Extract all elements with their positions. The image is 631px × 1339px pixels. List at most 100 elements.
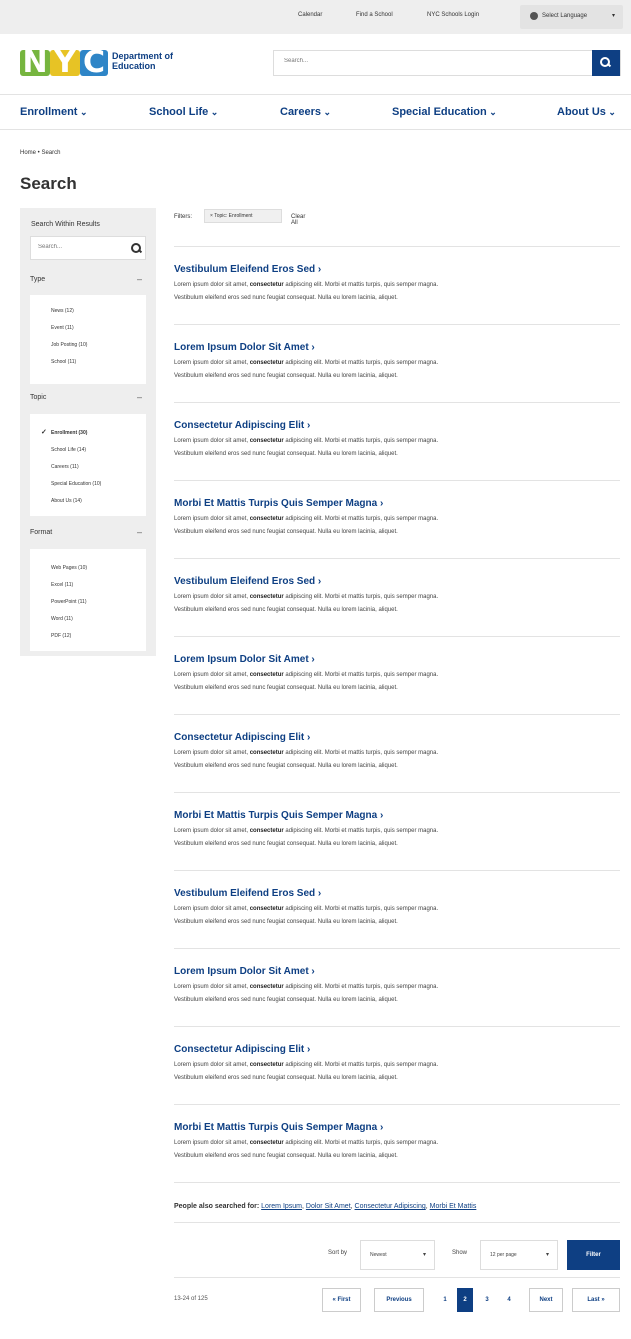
facet-title-topic[interactable]: Topic [30, 394, 46, 401]
snippet-highlight: consectetur [249, 1062, 284, 1068]
facet-option[interactable]: Event (11) [30, 322, 146, 334]
result-item: Lorem Ipsum Dolor Sit Amet › Lorem ipsum … [174, 636, 620, 713]
filter-chip-enrollment[interactable]: × Topic: Enrollment [204, 209, 282, 223]
result-title-link[interactable]: Lorem Ipsum Dolor Sit Amet › [174, 654, 315, 665]
last-page-button[interactable]: Last » [572, 1288, 620, 1312]
facet-option[interactable]: Special Education (10) [30, 478, 146, 490]
nav-item-school-life[interactable]: School Life ⌄ [149, 106, 218, 118]
facet-option-label: Enrollment (30) [51, 430, 88, 436]
result-title-link[interactable]: Consectetur Adipiscing Elit › [174, 1044, 310, 1055]
collapse-topic-icon[interactable]: – [137, 392, 142, 402]
facet-option[interactable]: Careers (11) [30, 461, 146, 473]
facet-option[interactable]: Excel (11) [30, 579, 146, 591]
filter-button[interactable]: Filter [567, 1240, 620, 1270]
sort-controls: Sort by Newest ▾ Show 12 per page ▾ Filt… [174, 1240, 620, 1270]
snippet-text: adipiscing elit. Morbi et mattis turpis,… [283, 360, 439, 366]
calendar-link[interactable]: Calendar [298, 12, 322, 18]
facet-option-label: Event (11) [51, 325, 74, 331]
snippet-text: Lorem ipsum dolor sit amet, [174, 672, 250, 678]
facet-option-label: School Life (14) [51, 447, 87, 453]
facet-option[interactable]: About Us (14) [30, 495, 146, 507]
page-link[interactable]: 1 [438, 1288, 452, 1312]
next-page-button[interactable]: Next [529, 1288, 563, 1312]
also-searched-link[interactable]: Consectetur Adipiscing [355, 1203, 426, 1210]
site-search-button[interactable] [592, 50, 620, 76]
result-item: Vestibulum Eleifend Eros Sed › Lorem ipsu… [174, 246, 620, 323]
result-item: Vestibulum Eleifend Eros Sed › Lorem ipsu… [174, 558, 620, 635]
result-snippet-line: Vestibulum eleifend eros sed nunc feugia… [174, 607, 398, 613]
result-snippet-line: Vestibulum eleifend eros sed nunc feugia… [174, 451, 398, 457]
facet-option[interactable]: Job Posting (10) [30, 339, 146, 351]
result-title-link[interactable]: Vestibulum Eleifend Eros Sed › [174, 264, 321, 275]
facet-option-label: Web Pages (10) [51, 565, 88, 571]
snippet-text: adipiscing elit. Morbi et mattis turpis,… [283, 594, 439, 600]
result-item: Lorem Ipsum Dolor Sit Amet › Lorem ipsum … [174, 948, 620, 1025]
per-page-select[interactable]: 12 per page ▾ [480, 1240, 558, 1270]
search-icon[interactable] [131, 243, 141, 253]
clear-all-link[interactable]: Clear All [291, 214, 305, 226]
also-searched-link[interactable]: Dolor Sit Amet [306, 1203, 351, 1210]
sort-select[interactable]: Newest ▾ [360, 1240, 435, 1270]
page-link[interactable]: 4 [502, 1288, 516, 1312]
find-school-link[interactable]: Find a School [356, 12, 393, 18]
breadcrumb[interactable]: Home • Search [20, 150, 60, 156]
result-title-link[interactable]: Morbi Et Mattis Turpis Quis Semper Magna… [174, 498, 383, 509]
page-link[interactable]: 3 [480, 1288, 494, 1312]
logo-letter-y: Y [50, 48, 80, 78]
nav-item-special-education[interactable]: Special Education ⌄ [392, 106, 497, 118]
facet-option[interactable]: News (12) [30, 305, 146, 317]
result-title-link[interactable]: Consectetur Adipiscing Elit › [174, 420, 310, 431]
facet-option[interactable]: ✓ Enrollment (30) [30, 427, 146, 439]
facet-option-label: Special Education (10) [51, 481, 102, 487]
facet-option-label: Careers (11) [51, 464, 79, 470]
also-searched-link[interactable]: Morbi Et Mattis [430, 1203, 477, 1210]
result-title-link[interactable]: Consectetur Adipiscing Elit › [174, 732, 310, 743]
result-snippet-line: Vestibulum eleifend eros sed nunc feugia… [174, 1075, 398, 1081]
result-title-link[interactable]: Morbi Et Mattis Turpis Quis Semper Magna… [174, 810, 383, 821]
facet-option[interactable]: Web Pages (10) [30, 562, 146, 574]
site-search-input[interactable] [284, 58, 584, 64]
result-snippet-line: Vestibulum eleifend eros sed nunc feugia… [174, 685, 398, 691]
snippet-text: adipiscing elit. Morbi et mattis turpis,… [283, 516, 439, 522]
previous-page-button[interactable]: Previous [374, 1288, 424, 1312]
facet-option[interactable]: PDF (12) [30, 630, 146, 642]
schools-login-link[interactable]: NYC Schools Login [427, 12, 479, 18]
nav-item-enrollment[interactable]: Enrollment ⌄ [20, 106, 88, 118]
facet-option[interactable]: PowerPoint (11) [30, 596, 146, 608]
also-searched-label: People also searched for: [174, 1203, 260, 1210]
snippet-text: Lorem ipsum dolor sit amet, [174, 282, 250, 288]
result-snippet: Lorem ipsum dolor sit amet, consectetur … [174, 1140, 438, 1146]
facet-option[interactable]: Word (11) [30, 613, 146, 625]
snippet-text: Lorem ipsum dolor sit amet, [174, 828, 250, 834]
facet-title-type[interactable]: Type [30, 276, 45, 283]
facet-option-label: Job Posting (10) [51, 342, 88, 348]
result-title-link[interactable]: Vestibulum Eleifend Eros Sed › [174, 888, 321, 899]
facet-option[interactable]: School (11) [30, 356, 146, 368]
facet-option[interactable]: School Life (14) [30, 444, 146, 456]
result-title-link[interactable]: Morbi Et Mattis Turpis Quis Semper Magna… [174, 1122, 383, 1133]
facet-option-label: News (12) [51, 308, 74, 314]
result-snippet: Lorem ipsum dolor sit amet, consectetur … [174, 360, 438, 366]
filter-chip-label: × Topic: Enrollment [210, 213, 253, 219]
also-searched-link[interactable]: Lorem Ipsum [261, 1203, 302, 1210]
language-selector[interactable]: Select Language ▾ [520, 5, 623, 29]
collapse-format-icon[interactable]: – [137, 527, 142, 537]
nav-item-about-us[interactable]: About Us ⌄ [557, 106, 616, 118]
nav-item-careers[interactable]: Careers ⌄ [280, 106, 331, 118]
result-title-link[interactable]: Vestibulum Eleifend Eros Sed › [174, 576, 321, 587]
snippet-highlight: consectetur [249, 750, 284, 756]
doe-logo[interactable]: N Y C Department of Education [20, 46, 180, 82]
facet-option-label: About Us (14) [51, 498, 82, 504]
first-page-button[interactable]: « First [322, 1288, 361, 1312]
page-link-current[interactable]: 2 [457, 1288, 473, 1312]
main-nav: Enrollment ⌄ School Life ⌄ Careers ⌄ Specia… [0, 94, 631, 130]
result-title-link[interactable]: Lorem Ipsum Dolor Sit Amet › [174, 966, 315, 977]
facet-title-format[interactable]: Format [30, 529, 52, 536]
result-snippet-line: Vestibulum eleifend eros sed nunc feugia… [174, 529, 398, 535]
chevron-down-icon: ⌄ [320, 107, 332, 117]
logo-letter-n: N [20, 48, 50, 78]
sort-label: Sort by [328, 1250, 348, 1256]
search-within-input[interactable] [38, 244, 118, 250]
result-title-link[interactable]: Lorem Ipsum Dolor Sit Amet › [174, 342, 315, 353]
collapse-type-icon[interactable]: – [137, 274, 142, 284]
